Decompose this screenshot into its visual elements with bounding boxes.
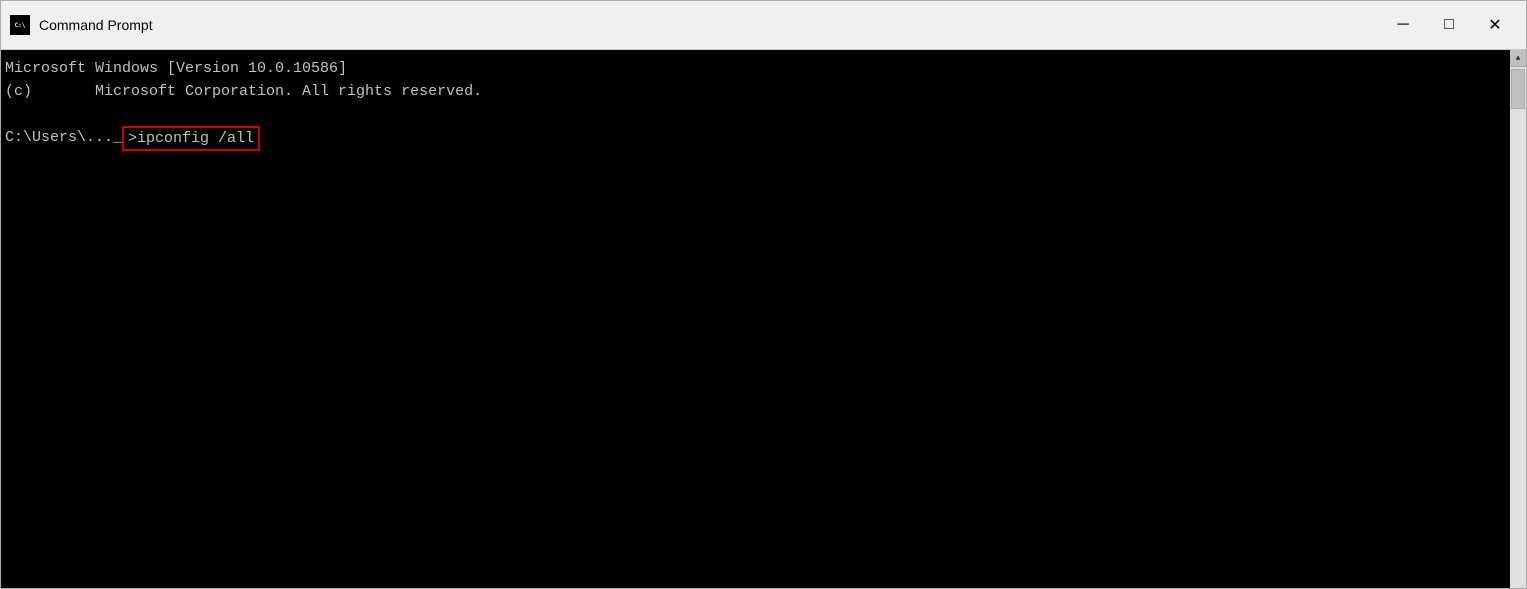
close-button[interactable]: ✕ xyxy=(1472,1,1518,50)
scrollbar-up-button[interactable]: ▲ xyxy=(1510,50,1526,67)
prompt-text: C:\Users\..._ xyxy=(5,127,122,150)
cmd-window: Command Prompt ─ □ ✕ Microsoft Windows [… xyxy=(0,0,1527,589)
title-bar: Command Prompt ─ □ ✕ xyxy=(1,1,1526,50)
window-title: Command Prompt xyxy=(39,17,1380,33)
minimize-button[interactable]: ─ xyxy=(1380,1,1426,50)
console-blank-line xyxy=(5,103,1522,126)
command-highlighted: >ipconfig /all xyxy=(122,126,260,151)
scrollbar[interactable]: ▲ xyxy=(1510,50,1526,588)
window-controls: ─ □ ✕ xyxy=(1380,1,1518,50)
scrollbar-thumb[interactable] xyxy=(1511,69,1525,109)
app-icon xyxy=(9,14,31,36)
console-line-2: (c) Microsoft Corporation. All rights re… xyxy=(5,81,1522,104)
console-output[interactable]: Microsoft Windows [Version 10.0.10586] (… xyxy=(1,50,1526,588)
maximize-button[interactable]: □ xyxy=(1426,1,1472,50)
console-line-1: Microsoft Windows [Version 10.0.10586] xyxy=(5,58,1522,81)
cmd-icon xyxy=(10,15,30,35)
console-command-line: C:\Users\..._ >ipconfig /all xyxy=(5,126,1522,151)
